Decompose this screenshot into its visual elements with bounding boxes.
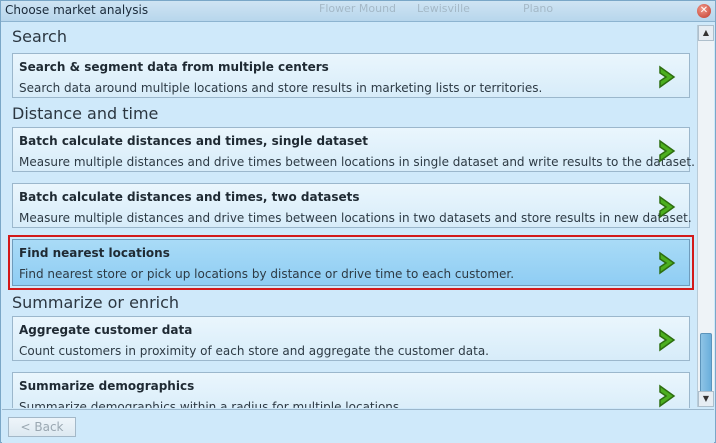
scroll-down-icon[interactable]: ▼ [698, 391, 714, 407]
market-analysis-dialog: Flower Mound Lewisville Plano Choose mar… [0, 0, 716, 443]
title-bar: Flower Mound Lewisville Plano Choose mar… [1, 1, 715, 22]
close-icon[interactable]: ✕ [697, 4, 711, 18]
option-title: Summarize demographics [19, 379, 195, 393]
option-summarize-demographics[interactable]: Summarize demographics Summarize demogra… [12, 372, 690, 408]
option-search-segment[interactable]: Search & segment data from multiple cent… [12, 53, 690, 98]
chevron-right-icon [659, 384, 676, 408]
chevron-right-icon [659, 195, 676, 219]
chevron-right-icon [659, 65, 676, 89]
option-title: Find nearest locations [19, 246, 170, 260]
option-batch-single-dataset[interactable]: Batch calculate distances and times, sin… [12, 127, 695, 172]
map-label: Lewisville [417, 2, 470, 15]
map-background: Flower Mound Lewisville Plano [301, 1, 601, 21]
option-description: Measure multiple distances and drive tim… [19, 211, 692, 225]
chevron-right-icon [659, 139, 676, 163]
analysis-list: Search Search & segment data from multip… [2, 22, 696, 408]
section-title-search: Search [12, 27, 67, 46]
back-button[interactable]: < Back [8, 417, 76, 437]
vertical-scrollbar[interactable]: ▲ ▼ [697, 25, 714, 407]
option-aggregate-customer-data[interactable]: Aggregate customer data Count customers … [12, 316, 690, 361]
chevron-right-icon [659, 328, 676, 352]
chevron-right-icon [659, 251, 676, 275]
option-description: Find nearest store or pick up locations … [19, 267, 515, 281]
option-title: Search & segment data from multiple cent… [19, 60, 329, 74]
option-title: Batch calculate distances and times, sin… [19, 134, 368, 148]
option-description: Summarize demographics within a radius f… [19, 400, 403, 408]
scroll-up-icon[interactable]: ▲ [698, 25, 714, 41]
section-title-summarize-enrich: Summarize or enrich [12, 293, 180, 312]
option-description: Measure multiple distances and drive tim… [19, 155, 695, 169]
option-batch-two-datasets[interactable]: Batch calculate distances and times, two… [12, 183, 692, 228]
dialog-title: Choose market analysis [5, 3, 149, 17]
option-description: Search data around multiple locations an… [19, 81, 543, 95]
option-title: Batch calculate distances and times, two… [19, 190, 360, 204]
option-title: Aggregate customer data [19, 323, 193, 337]
scroll-thumb[interactable] [700, 333, 712, 397]
section-title-distance-time: Distance and time [12, 104, 159, 123]
dialog-footer: < Back [2, 409, 714, 443]
option-find-nearest-locations[interactable]: Find nearest locations Find nearest stor… [12, 239, 690, 286]
map-label: Plano [523, 2, 554, 15]
map-label: Flower Mound [319, 2, 397, 15]
option-description: Count customers in proximity of each sto… [19, 344, 489, 358]
